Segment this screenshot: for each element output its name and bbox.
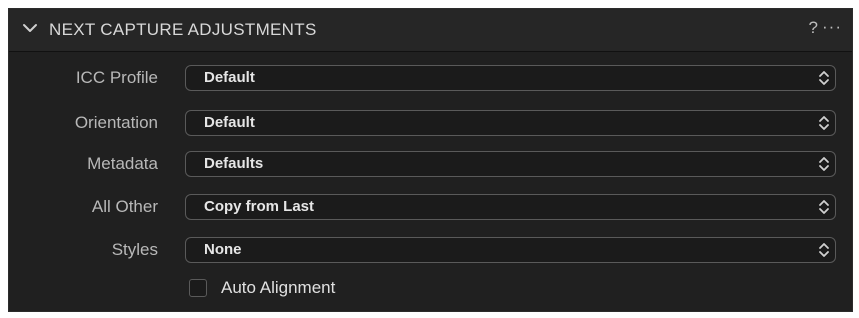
metadata-label: Metadata: [87, 154, 158, 173]
help-icon[interactable]: ?: [809, 18, 818, 38]
icc-profile-value: Default: [204, 69, 255, 86]
metadata-select[interactable]: Defaults: [185, 151, 836, 177]
all-other-value: Copy from Last: [204, 198, 315, 215]
panel-title: NEXT CAPTURE ADJUSTMENTS: [49, 20, 317, 39]
up-down-arrows-icon: [819, 116, 829, 130]
styles-label: Styles: [111, 240, 158, 259]
row-icc-profile: ICC Profile Default: [9, 63, 852, 93]
auto-alignment-label[interactable]: Auto Alignment: [221, 278, 335, 298]
up-down-arrows-icon: [819, 200, 829, 214]
up-down-arrows-icon: [819, 157, 829, 171]
auto-alignment-checkbox[interactable]: [189, 279, 207, 297]
row-styles: Styles None: [9, 235, 852, 265]
metadata-value: Defaults: [204, 155, 264, 172]
up-down-arrows-icon: [819, 71, 829, 85]
orientation-select[interactable]: Default: [185, 110, 836, 136]
window-frame: NEXT CAPTURE ADJUSTMENTS ? ··· ICC Profi…: [0, 0, 859, 318]
panel-header[interactable]: NEXT CAPTURE ADJUSTMENTS ? ···: [9, 9, 852, 52]
orientation-label: Orientation: [74, 113, 158, 132]
orientation-value: Default: [204, 114, 255, 131]
chevron-down-icon[interactable]: [21, 19, 39, 37]
styles-value: None: [204, 241, 242, 258]
more-icon[interactable]: ···: [822, 17, 842, 37]
row-metadata: Metadata Defaults: [9, 149, 852, 179]
all-other-select[interactable]: Copy from Last: [185, 194, 836, 220]
icc-profile-label: ICC Profile: [75, 68, 158, 87]
up-down-arrows-icon: [819, 243, 829, 257]
row-all-other: All Other Copy from Last: [9, 192, 852, 222]
next-capture-adjustments-panel: NEXT CAPTURE ADJUSTMENTS ? ··· ICC Profi…: [8, 8, 853, 312]
styles-select[interactable]: None: [185, 237, 836, 263]
row-orientation: Orientation Default: [9, 108, 852, 138]
icc-profile-select[interactable]: Default: [185, 65, 836, 91]
all-other-label: All Other: [91, 197, 158, 216]
